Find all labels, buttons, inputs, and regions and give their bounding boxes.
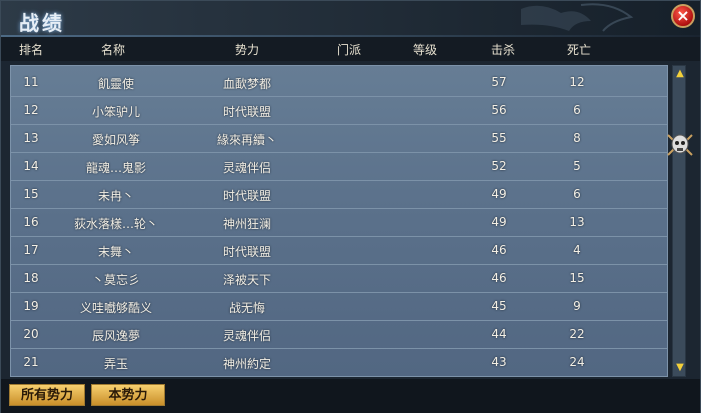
rank-cell: 15 xyxy=(23,187,39,201)
name-cell: 小笨驴儿 xyxy=(91,105,140,119)
kills-cell: 46 xyxy=(491,243,507,257)
faction-cell: 灵魂伴侣 xyxy=(222,161,271,175)
table-row[interactable]: 11 飢靈使 血歃梦都 57 12 xyxy=(11,68,667,97)
kills-cell: 43 xyxy=(491,355,507,369)
faction-cell: 时代联盟 xyxy=(222,105,271,119)
deaths-cell: 15 xyxy=(569,271,585,285)
vertical-scrollbar[interactable]: ▲ ▼ xyxy=(672,65,686,377)
faction-cell: 时代联盟 xyxy=(222,189,271,203)
deaths-cell: 8 xyxy=(573,131,581,145)
deaths-cell: 6 xyxy=(573,103,581,117)
table-row[interactable]: 21 弄玉 神州約定 43 24 xyxy=(11,348,667,376)
table-row[interactable]: 13 愛如风筝 緣來再續丶 55 8 xyxy=(11,124,667,153)
kills-cell: 57 xyxy=(491,75,507,89)
faction-cell: 灵魂伴侣 xyxy=(222,329,271,343)
scroll-up-arrow-icon[interactable]: ▲ xyxy=(674,68,686,80)
all-factions-button[interactable]: 所有势力 xyxy=(9,384,85,406)
name-cell: 弄玉 xyxy=(103,357,128,371)
scroll-thumb-skull-icon[interactable] xyxy=(665,129,695,161)
table-row[interactable]: 19 义哇嚱够酷义 战无悔 45 9 xyxy=(11,292,667,321)
deaths-cell: 6 xyxy=(573,187,581,201)
name-cell: 义哇嚱够酷义 xyxy=(79,301,152,315)
table-row[interactable]: 18 丶莫忘彡 泽被天下 46 15 xyxy=(11,264,667,293)
battle-record-window: 战绩 × 排名 名称 势力 门派 等级 击杀 死亡 11 飢靈使 血歃梦都 57… xyxy=(0,0,701,413)
column-header-level: 等级 xyxy=(412,43,437,57)
column-header-rank: 排名 xyxy=(18,43,43,57)
rank-cell: 16 xyxy=(23,215,39,229)
rank-cell: 11 xyxy=(23,75,39,89)
table-row[interactable]: 20 辰风逸夢 灵魂伴侣 44 22 xyxy=(11,320,667,349)
deaths-cell: 9 xyxy=(573,299,581,313)
table-row[interactable]: 15 未冉丶 时代联盟 49 6 xyxy=(11,180,667,209)
kills-cell: 46 xyxy=(491,271,507,285)
rank-cell: 12 xyxy=(23,103,39,117)
kills-cell: 56 xyxy=(491,103,507,117)
faction-cell: 战无悔 xyxy=(228,301,265,315)
column-header-sect: 门派 xyxy=(336,43,361,57)
rank-cell: 17 xyxy=(23,243,39,257)
deaths-cell: 13 xyxy=(569,215,585,229)
column-header-faction: 势力 xyxy=(234,43,259,57)
deaths-cell: 4 xyxy=(573,243,581,257)
name-cell: 荻水落樣…轮丶 xyxy=(73,217,158,231)
faction-cell: 緣來再續丶 xyxy=(216,133,277,147)
kills-cell: 49 xyxy=(491,187,507,201)
window-title: 战绩 xyxy=(19,11,65,35)
close-button[interactable]: × xyxy=(671,4,695,28)
faction-cell: 时代联盟 xyxy=(222,245,271,259)
kills-cell: 44 xyxy=(491,327,507,341)
table-row[interactable]: 17 末舞丶 时代联盟 46 4 xyxy=(11,236,667,265)
rank-cell: 14 xyxy=(23,159,39,173)
title-bar: 战绩 xyxy=(1,1,700,37)
deaths-cell: 22 xyxy=(569,327,585,341)
rank-cell: 13 xyxy=(23,131,39,145)
name-cell: 丶莫忘彡 xyxy=(91,273,140,287)
title-bar-decoration xyxy=(521,3,634,32)
kills-cell: 55 xyxy=(491,131,507,145)
name-cell: 末舞丶 xyxy=(97,245,134,259)
scroll-down-arrow-icon[interactable]: ▼ xyxy=(674,362,686,374)
ranking-list[interactable]: 11 飢靈使 血歃梦都 57 12 12 小笨驴儿 时代联盟 56 6 13 愛… xyxy=(10,65,668,377)
deaths-cell: 5 xyxy=(573,159,581,173)
close-icon: × xyxy=(676,6,690,25)
table-row[interactable]: 14 龍魂…鬼影 灵魂伴侣 52 5 xyxy=(11,152,667,181)
deaths-cell: 24 xyxy=(569,355,585,369)
rank-cell: 21 xyxy=(23,355,39,369)
rank-cell: 18 xyxy=(23,271,39,285)
kills-cell: 49 xyxy=(491,215,507,229)
name-cell: 飢靈使 xyxy=(97,77,134,91)
name-cell: 龍魂…鬼影 xyxy=(85,161,146,175)
name-cell: 愛如风筝 xyxy=(91,133,140,147)
faction-cell: 神州狂澜 xyxy=(222,217,271,231)
table-row[interactable]: 16 荻水落樣…轮丶 神州狂澜 49 13 xyxy=(11,208,667,237)
name-cell: 未冉丶 xyxy=(97,189,134,203)
kills-cell: 45 xyxy=(491,299,507,313)
table-row[interactable]: 12 小笨驴儿 时代联盟 56 6 xyxy=(11,96,667,125)
column-header-name: 名称 xyxy=(100,43,125,57)
faction-cell: 神州約定 xyxy=(222,357,271,371)
kills-cell: 52 xyxy=(491,159,507,173)
deaths-cell: 12 xyxy=(569,75,585,89)
faction-cell: 泽被天下 xyxy=(222,273,271,287)
table-header: 排名 名称 势力 门派 等级 击杀 死亡 xyxy=(1,37,700,61)
name-cell: 辰风逸夢 xyxy=(91,329,140,343)
faction-cell: 血歃梦都 xyxy=(222,77,271,91)
rank-cell: 20 xyxy=(23,327,39,341)
rank-cell: 19 xyxy=(23,299,39,313)
column-header-deaths: 死亡 xyxy=(566,43,591,57)
this-faction-button[interactable]: 本势力 xyxy=(91,384,165,406)
column-header-kills: 击杀 xyxy=(490,43,515,57)
